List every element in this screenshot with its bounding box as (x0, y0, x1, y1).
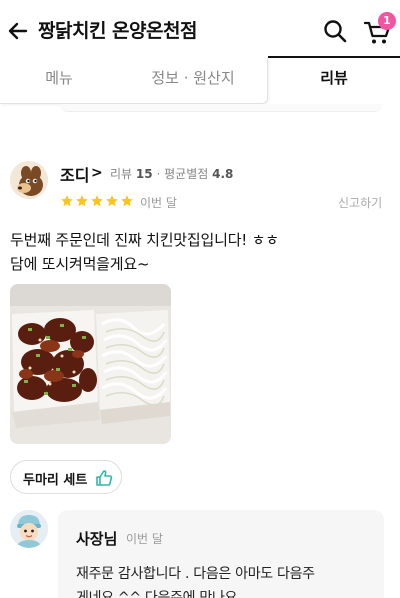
owner-reply-date: 이번 달 (126, 532, 163, 546)
review-text: 두번째 주문인데 진짜 치킨맛집입니다! ㅎㅎ 담에 또시켜먹을게요~ (10, 228, 390, 276)
page-title: 짱닭치킨 온양온천점 (38, 20, 197, 42)
owner-reply-text: 재주문 감사합니다 . 다음은 아마도 다음주 게네요 ^^ 다음주에 만나요 (76, 562, 376, 598)
star-icon (76, 195, 88, 207)
star-icon (121, 195, 133, 207)
rating-stars (60, 193, 135, 209)
average-rating-label: 평균별점 (164, 167, 209, 181)
previous-reply-card-edge (60, 104, 382, 112)
reviewer-avatar[interactable] (10, 161, 48, 199)
chevron-right-icon[interactable]: > (91, 165, 103, 181)
ordered-menu-chip[interactable]: 두마리 세트 (10, 460, 122, 494)
review-date: 이번 달 (140, 196, 177, 210)
tab-review[interactable]: 리뷰 (268, 58, 400, 104)
report-link[interactable]: 신고하기 (338, 194, 382, 211)
app-header: 짱닭치킨 온양온천점 1 (0, 0, 400, 60)
search-icon[interactable] (322, 18, 348, 44)
reply-text-line: 게네요 ^^ 다음주에 만나요 (76, 590, 238, 598)
owner-avatar (10, 510, 48, 548)
reviewer-name[interactable]: 조디 (60, 162, 89, 186)
back-arrow-icon[interactable] (6, 19, 30, 43)
review-count-value: 15 (135, 167, 153, 181)
stats-separator: · (156, 167, 161, 181)
tab-menu[interactable]: 메뉴 (0, 58, 118, 104)
reviewer-stats: 리뷰 15 · 평균별점 4.8 (110, 165, 233, 182)
owner-name: 사장님 (76, 530, 118, 548)
tab-bar: 메뉴 정보 · 원산지 리뷰 (0, 58, 400, 106)
thumbs-up-icon (96, 470, 113, 486)
reply-text-line: 재주문 감사합니다 . 다음은 아마도 다음주 (76, 566, 315, 582)
average-rating-value: 4.8 (212, 167, 234, 181)
review-count-label: 리뷰 (110, 167, 133, 181)
tab-info-origin[interactable]: 정보 · 원산지 (118, 58, 268, 104)
review-text-line: 담에 또시켜먹을게요~ (10, 255, 150, 273)
review-photo[interactable] (10, 284, 171, 444)
star-icon (106, 195, 118, 207)
cart-count-badge: 1 (378, 12, 396, 30)
star-icon (61, 195, 73, 207)
menu-chip-label: 두마리 세트 (23, 473, 88, 488)
star-icon (91, 195, 103, 207)
review-text-line: 두번째 주문인데 진짜 치킨맛집입니다! ㅎㅎ (10, 231, 279, 249)
